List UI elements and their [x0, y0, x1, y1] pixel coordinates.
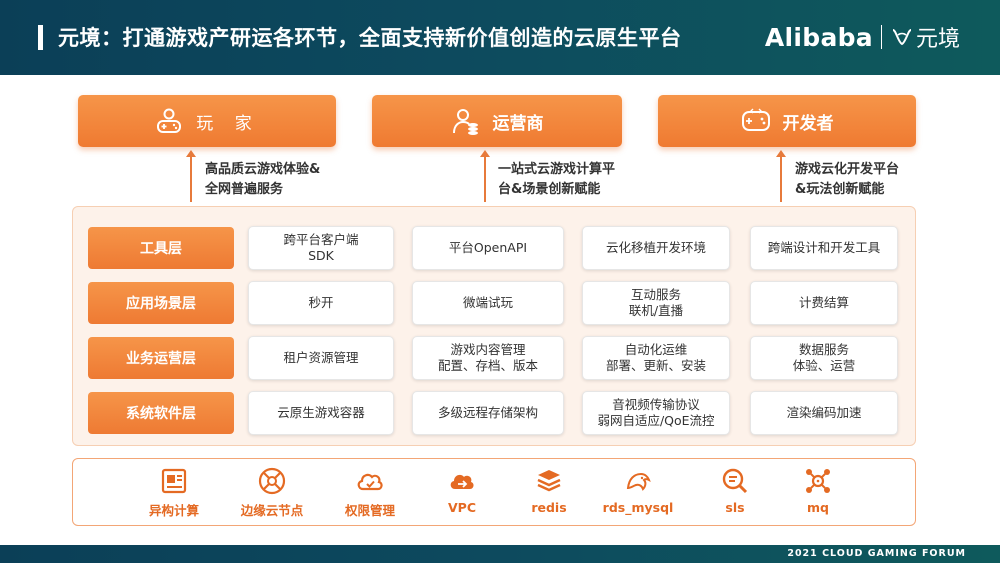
- up-arrow: [186, 150, 196, 202]
- role-player: 玩 家: [78, 95, 336, 147]
- cell-line: 多级远程存储架构: [437, 405, 538, 420]
- caption-line: 台&场景创新赋能: [498, 182, 601, 197]
- operator-caption: 一站式云游戏计算平 台&场景创新赋能: [498, 160, 615, 200]
- caption-line: 一站式云游戏计算平: [498, 162, 616, 177]
- role-label: 玩 家: [196, 113, 260, 134]
- layer-tools: 工具层: [88, 227, 234, 269]
- service-label: 边缘云节点: [240, 503, 304, 518]
- cell-tenant-resource: 租户资源管理: [248, 336, 394, 380]
- cell-cloud-porting-env: 云化移植开发环境: [582, 226, 730, 270]
- cell-line: 数据服务: [798, 342, 849, 357]
- cell-cross-end-tools: 跨端设计和开发工具: [750, 226, 898, 270]
- caption-line: 全网普遍服务: [205, 182, 284, 197]
- title-marker: [38, 25, 43, 50]
- caption-line: 游戏云化开发平台: [795, 162, 900, 177]
- alibaba-wordmark: Alibaba: [764, 22, 873, 52]
- layer-scenarios: 应用场景层: [88, 282, 234, 324]
- mysql-dolphin-icon: [626, 472, 651, 491]
- service-rds-mysql: rds_mysql: [592, 466, 684, 515]
- developer-icon: [741, 108, 770, 131]
- cell-line: 渲染编码加速: [786, 405, 862, 420]
- yuanjing-name: 元境: [915, 27, 960, 52]
- vpc-cloud-icon: [450, 474, 474, 489]
- role-label: 开发者: [782, 113, 834, 134]
- service-label: rds_mysql: [602, 500, 674, 515]
- edge-node-icon: [258, 467, 286, 495]
- gpu-card-icon: [161, 468, 187, 494]
- developer-caption: 游戏云化开发平台 &玩法创新赋能: [795, 160, 899, 200]
- page-title: 元境：打通游戏产研运各环节，全面支持新价值创造的云原生平台: [58, 26, 682, 50]
- service-label: sls: [725, 500, 745, 515]
- up-arrow: [480, 150, 490, 202]
- cell-line: 配置、存档、版本: [437, 358, 538, 373]
- service-label: mq: [807, 500, 829, 515]
- role-developer: 开发者: [658, 95, 916, 147]
- cloud-permission-icon: [357, 473, 383, 491]
- mq-network-icon: [806, 469, 830, 493]
- gamer-icon: [157, 108, 182, 133]
- cell-line: 跨端设计和开发工具: [767, 240, 881, 255]
- cell-line: 租户资源管理: [283, 350, 359, 365]
- cell-openapi: 平台OpenAPI: [412, 226, 564, 270]
- footer-text: 2021 CLOUD GAMING FORUM: [787, 548, 966, 559]
- cell-line: 弱网自适应/QoE流控: [597, 413, 715, 428]
- player-caption: 高品质云游戏体验& 全网普遍服务: [205, 160, 320, 200]
- cell-line: 游戏内容管理: [450, 342, 526, 357]
- service-redis: redis: [503, 466, 595, 515]
- cell-micro-trial: 微端试玩: [412, 281, 564, 325]
- sls-search-icon: [722, 468, 748, 494]
- service-label: 异构计算: [148, 503, 199, 518]
- cell-line: 微端试玩: [462, 295, 513, 310]
- cell-cross-platform-sdk: 跨平台客户端 SDK: [248, 226, 394, 270]
- role-operator: 运营商: [372, 95, 622, 147]
- cell-line: 云化移植开发环境: [605, 240, 706, 255]
- cell-line: 云原生游戏容器: [277, 405, 365, 420]
- cell-native-container: 云原生游戏容器: [248, 391, 394, 435]
- cell-data-service: 数据服务 体验、运营: [750, 336, 898, 380]
- cell-billing: 计费结算: [750, 281, 898, 325]
- cell-line: 跨平台客户端: [283, 232, 359, 247]
- service-vpc: VPC: [416, 466, 508, 515]
- cell-line: 体验、运营: [792, 358, 856, 373]
- header-bar: 元境：打通游戏产研运各环节，全面支持新价值创造的云原生平台 Alibaba 元境: [0, 0, 1000, 75]
- cell-interactive-service: 互动服务 联机/直播: [582, 281, 730, 325]
- cell-line: 计费结算: [798, 295, 849, 310]
- cell-line: 自动化运维: [624, 342, 688, 357]
- role-label: 运营商: [492, 113, 544, 134]
- cell-content-management: 游戏内容管理 配置、存档、版本: [412, 336, 564, 380]
- cell-line: SDK: [308, 248, 334, 263]
- operator-icon: [452, 109, 478, 135]
- caption-line: 高品质云游戏体验&: [205, 162, 321, 177]
- cell-remote-storage: 多级远程存储架构: [412, 391, 564, 435]
- cell-auto-ops: 自动化运维 部署、更新、安装: [582, 336, 730, 380]
- footer-bar: 2021 CLOUD GAMING FORUM: [0, 545, 1000, 563]
- cell-line: 联机/直播: [628, 303, 684, 318]
- service-edge-node: 边缘云节点: [226, 466, 318, 519]
- cell-line: 秒开: [308, 295, 334, 310]
- cell-instant-open: 秒开: [248, 281, 394, 325]
- caption-line: &玩法创新赋能: [795, 182, 885, 197]
- cell-line: 平台OpenAPI: [448, 240, 528, 255]
- brand-logo: Alibaba 元境: [765, 21, 960, 53]
- layer-operations: 业务运营层: [88, 337, 234, 379]
- layer-system-software: 系统软件层: [88, 392, 234, 434]
- cell-line: 互动服务: [630, 287, 681, 302]
- cell-line: 音视频传输协议: [612, 397, 700, 412]
- cell-render-encode: 渲染编码加速: [750, 391, 898, 435]
- service-label: VPC: [447, 500, 476, 515]
- brand-divider: [880, 25, 882, 49]
- service-mq: mq: [772, 466, 864, 515]
- cell-av-protocol: 音视频传输协议 弱网自适应/QoE流控: [582, 391, 730, 435]
- service-label: 权限管理: [344, 503, 395, 518]
- service-sls: sls: [689, 466, 781, 515]
- redis-icon: [537, 470, 561, 492]
- service-label: redis: [531, 500, 567, 515]
- service-permission: 权限管理: [324, 466, 416, 519]
- cell-line: 部署、更新、安装: [605, 358, 706, 373]
- service-heterogeneous-compute: 异构计算: [128, 466, 220, 519]
- yuanjing-logo-icon: [892, 29, 912, 46]
- up-arrow: [776, 150, 786, 202]
